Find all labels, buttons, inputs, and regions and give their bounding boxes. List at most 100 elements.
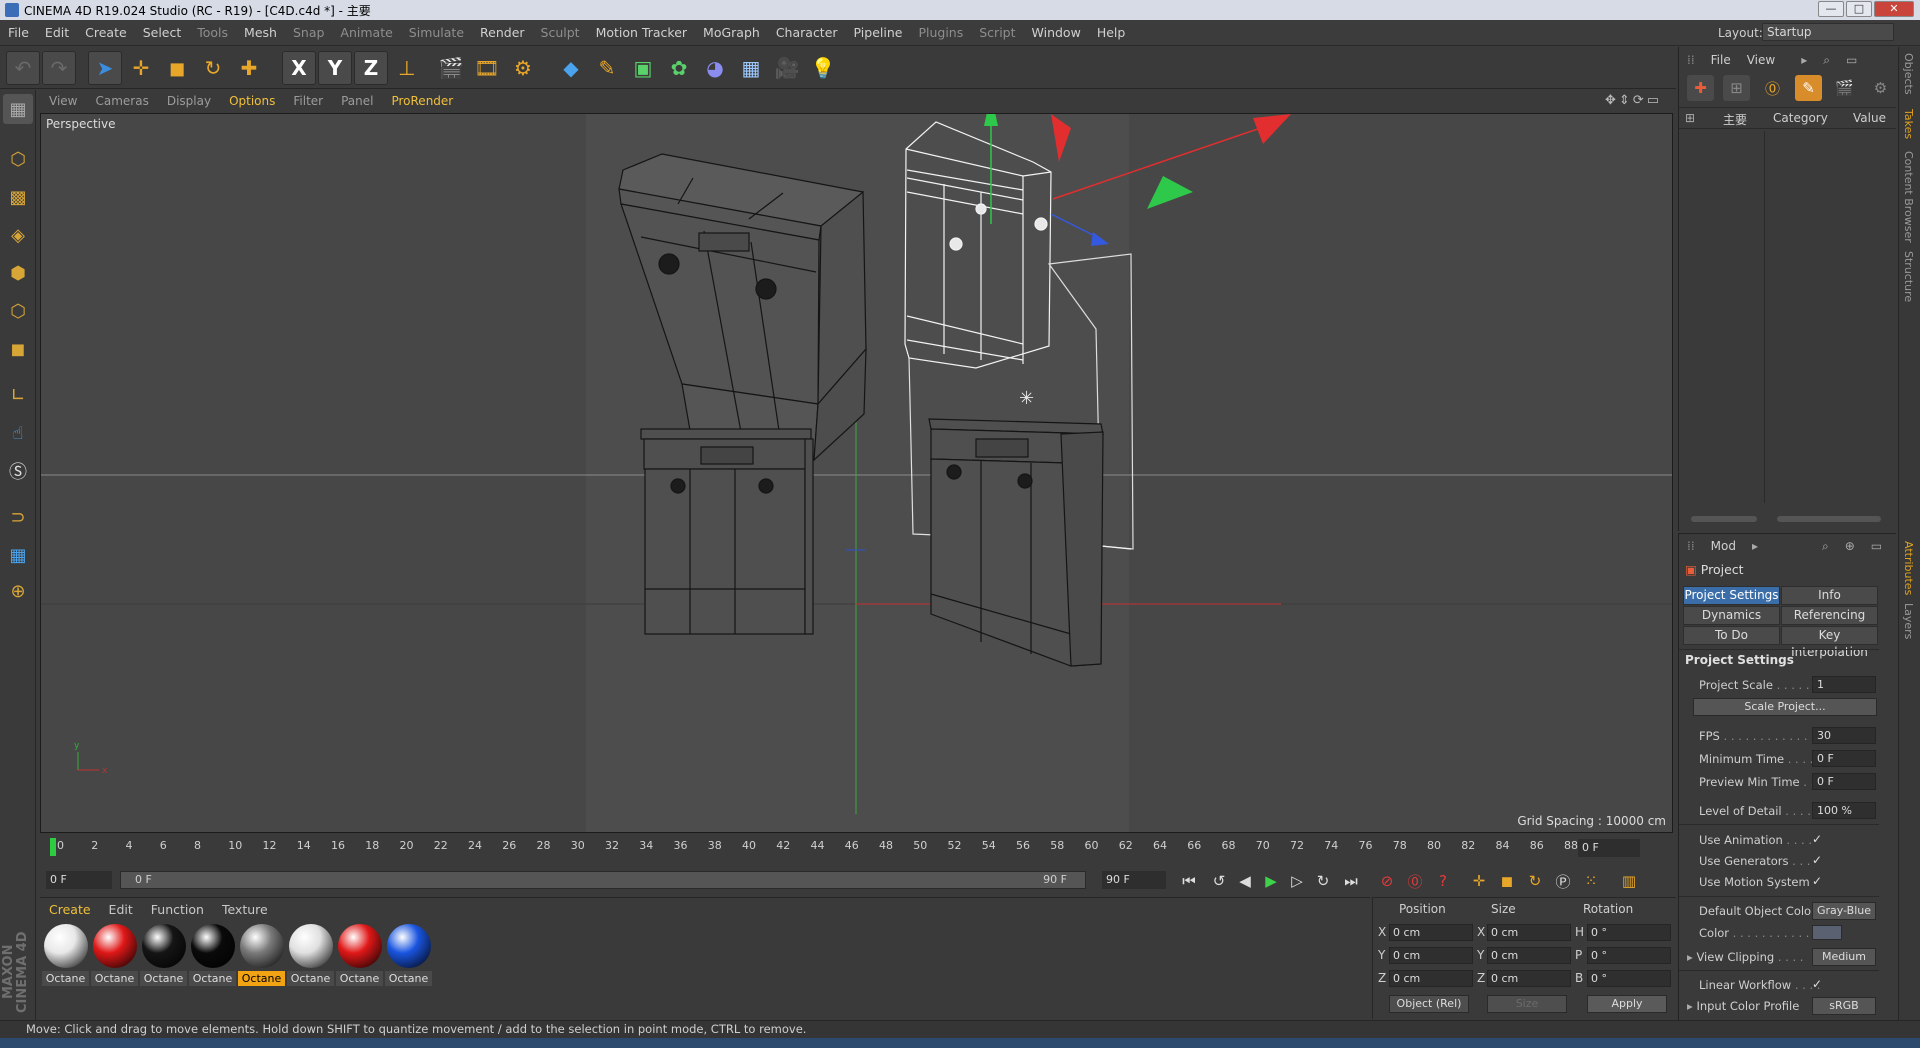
tweak-mode-icon[interactable]: ☝ bbox=[3, 418, 33, 448]
coordinate-system-icon[interactable]: ⊥ bbox=[390, 51, 424, 85]
tab-dynamics[interactable]: Dynamics bbox=[1683, 606, 1780, 625]
material-menu-function[interactable]: Function bbox=[142, 902, 213, 917]
side-tab-attributes[interactable]: Attributes bbox=[1902, 541, 1915, 595]
menu-animate[interactable]: Animate bbox=[332, 25, 400, 40]
recent-tools-icon[interactable]: ✚ bbox=[232, 51, 266, 85]
autokeying-icon[interactable]: ⓪ bbox=[1402, 869, 1428, 893]
previous-frame-icon[interactable]: ◀ bbox=[1232, 869, 1258, 893]
redo-icon[interactable]: ↷ bbox=[42, 51, 76, 85]
rotation-b-field[interactable]: 0 ° bbox=[1587, 970, 1671, 987]
viewport-menu-cameras[interactable]: Cameras bbox=[86, 94, 157, 108]
viewport-navigation-icons[interactable]: ✥⇕⟳▭ bbox=[1605, 93, 1662, 108]
side-tab-content-browser[interactable]: Content Browser bbox=[1902, 151, 1915, 243]
apply-button[interactable]: Apply bbox=[1587, 995, 1667, 1013]
workplane-lock-icon[interactable]: ▦ bbox=[3, 540, 33, 570]
rotation-h-field[interactable]: 0 ° bbox=[1587, 924, 1671, 941]
model-mode-icon[interactable]: ⬡ bbox=[3, 144, 33, 174]
deformer-icon[interactable]: ◕ bbox=[698, 51, 732, 85]
texture-mode-icon[interactable]: ▩ bbox=[3, 182, 33, 212]
render-settings-icon[interactable]: ⚙ bbox=[506, 51, 540, 85]
menu-sculpt[interactable]: Sculpt bbox=[533, 25, 588, 40]
solo-mode-icon[interactable]: Ⓢ bbox=[3, 456, 33, 486]
rotate-tool-icon[interactable]: ↻ bbox=[196, 51, 230, 85]
menu-pipeline[interactable]: Pipeline bbox=[846, 25, 911, 40]
attr-maximize-icon[interactable]: ▭ bbox=[1863, 539, 1890, 553]
play-icon[interactable]: ▶ bbox=[1258, 869, 1284, 893]
object-menu-file[interactable]: File bbox=[1703, 53, 1739, 67]
end-frame-field[interactable]: 90 F bbox=[1102, 871, 1166, 889]
layout-select[interactable]: Startup bbox=[1762, 23, 1894, 41]
menu-render[interactable]: Render bbox=[472, 25, 533, 40]
view-clipping-select[interactable]: Medium bbox=[1812, 948, 1876, 966]
x-axis-lock-button[interactable]: X bbox=[282, 51, 316, 85]
size-y-field[interactable]: 0 cm bbox=[1487, 947, 1571, 964]
tab-to-do[interactable]: To Do bbox=[1683, 626, 1780, 645]
color-swatch[interactable] bbox=[1812, 925, 1842, 940]
parameter-key-icon[interactable]: Ⓟ bbox=[1550, 869, 1576, 893]
start-frame-field[interactable]: 0 F bbox=[46, 871, 112, 889]
take-options-icon[interactable]: ⚙ bbox=[1867, 75, 1894, 101]
viewport-menu-options[interactable]: Options bbox=[220, 94, 284, 108]
minimum-time-field[interactable]: 0 F bbox=[1812, 750, 1876, 767]
coordinate-mode-select[interactable]: Object (Rel) bbox=[1389, 995, 1469, 1013]
render-takes-icon[interactable]: 🎬 bbox=[1831, 75, 1858, 101]
previous-key-icon[interactable]: ↺ bbox=[1206, 869, 1232, 893]
size-x-field[interactable]: 0 cm bbox=[1487, 924, 1571, 941]
input-color-profile-select[interactable]: sRGB bbox=[1812, 997, 1876, 1015]
keyframe-selection-icon[interactable]: ? bbox=[1430, 869, 1456, 893]
menu-window[interactable]: Window bbox=[1024, 25, 1089, 40]
position-x-field[interactable]: 0 cm bbox=[1389, 924, 1473, 941]
menu-mesh[interactable]: Mesh bbox=[236, 25, 285, 40]
project-scale-field[interactable]: 1 bbox=[1812, 676, 1876, 693]
timeline-ruler[interactable]: 0 2 4 6 8 10 12 14 16 18 20 22 24 26 28 30 32 34 36 38 40 42 4… bbox=[40, 836, 1676, 860]
maximize-button[interactable]: □ bbox=[1846, 1, 1872, 17]
menu-script[interactable]: Script bbox=[971, 25, 1023, 40]
go-to-start-icon[interactable]: ⏮ bbox=[1176, 869, 1202, 893]
use-motion-system-checkbox[interactable]: ✓ bbox=[1812, 874, 1822, 888]
object-scrollbars[interactable] bbox=[1681, 513, 1894, 525]
workplane-mode-icon[interactable]: ◈ bbox=[3, 220, 33, 250]
menu-file[interactable]: File bbox=[0, 25, 37, 40]
material-swatch[interactable]: Octane bbox=[42, 924, 89, 986]
material-swatch[interactable]: Octane bbox=[336, 924, 383, 986]
frame-range-slider[interactable]: 0 F 90 F bbox=[120, 871, 1086, 889]
menu-select[interactable]: Select bbox=[135, 25, 190, 40]
viewport-menu-prorender[interactable]: ProRender bbox=[382, 94, 462, 108]
side-tab-takes[interactable]: Takes bbox=[1902, 109, 1915, 139]
position-key-icon[interactable]: ✛ bbox=[1466, 869, 1492, 893]
tab-project-settings[interactable]: Project Settings bbox=[1683, 586, 1780, 605]
size-mode-select[interactable]: Size bbox=[1487, 995, 1567, 1013]
viewport-menu-display[interactable]: Display bbox=[158, 94, 220, 108]
viewport-menu-view[interactable]: View bbox=[40, 94, 86, 108]
material-swatch[interactable]: Octane bbox=[140, 924, 187, 986]
menu-help[interactable]: Help bbox=[1089, 25, 1134, 40]
side-tab-structure[interactable]: Structure bbox=[1902, 251, 1915, 302]
tab-info[interactable]: Info bbox=[1781, 586, 1878, 605]
edges-mode-icon[interactable]: ⬡ bbox=[3, 296, 33, 326]
scale-key-icon[interactable]: ◼ bbox=[1494, 869, 1520, 893]
timeline-scheme-icon[interactable]: ▥ bbox=[1616, 869, 1642, 893]
position-z-field[interactable]: 0 cm bbox=[1389, 970, 1473, 987]
minimize-button[interactable]: — bbox=[1818, 1, 1844, 17]
current-frame-field[interactable]: 0 F bbox=[1578, 839, 1640, 857]
menu-plugins[interactable]: Plugins bbox=[910, 25, 971, 40]
tab-referencing[interactable]: Referencing bbox=[1781, 606, 1878, 625]
undo-icon[interactable]: ↶ bbox=[6, 51, 40, 85]
locked-workplane-icon[interactable]: ⊕ bbox=[3, 576, 33, 606]
live-selection-icon[interactable]: ➤ bbox=[88, 51, 122, 85]
cube-primitive-icon[interactable]: ◆ bbox=[554, 51, 588, 85]
z-axis-lock-button[interactable]: Z bbox=[354, 51, 388, 85]
side-tab-layers[interactable]: Layers bbox=[1902, 603, 1915, 639]
menu-character[interactable]: Character bbox=[768, 25, 846, 40]
menu-create[interactable]: Create bbox=[77, 25, 135, 40]
points-mode-icon[interactable]: ⬢ bbox=[3, 258, 33, 288]
material-menu-texture[interactable]: Texture bbox=[213, 902, 277, 917]
array-generator-icon[interactable]: ✿ bbox=[662, 51, 696, 85]
material-swatch[interactable]: Octane bbox=[287, 924, 334, 986]
menu-simulate[interactable]: Simulate bbox=[401, 25, 472, 40]
camera-object-icon[interactable]: 🎥 bbox=[770, 51, 804, 85]
next-frame-icon[interactable]: ▷ bbox=[1284, 869, 1310, 893]
use-generators-checkbox[interactable]: ✓ bbox=[1812, 853, 1822, 867]
position-y-field[interactable]: 0 cm bbox=[1389, 947, 1473, 964]
menu-edit[interactable]: Edit bbox=[37, 25, 77, 40]
